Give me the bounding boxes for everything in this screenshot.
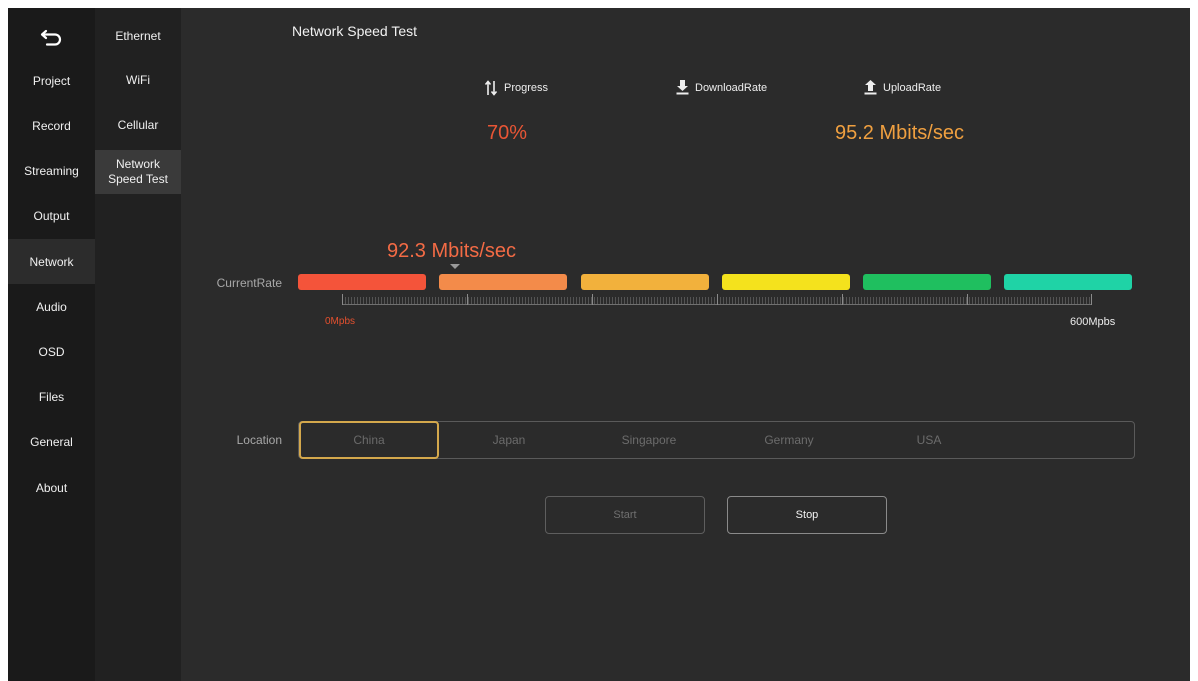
scale-major-tick — [717, 294, 718, 305]
progress-header: Progress — [484, 80, 548, 96]
progress-label: Progress — [504, 82, 549, 94]
scale-major-tick — [592, 294, 593, 305]
sidebar-item-audio[interactable]: Audio — [8, 284, 95, 329]
rate-meter-segment — [1004, 274, 1132, 290]
sidebar-item-files[interactable]: Files — [8, 374, 95, 419]
location-option-label: Singapore — [621, 433, 677, 447]
sidebar-item-label: General — [30, 434, 73, 449]
page-title: Network Speed Test — [292, 23, 418, 39]
network-subnav: Ethernet WiFi Cellular Network Speed Tes… — [95, 8, 181, 681]
stop-button-label: Stop — [795, 509, 819, 521]
sidebar-item-label: Network — [29, 254, 74, 269]
location-option-label: Japan — [492, 433, 526, 447]
current-rate-label: CurrentRate — [216, 276, 282, 290]
progress-arrows-icon — [484, 80, 498, 96]
location-option-label: Germany — [764, 433, 814, 447]
rate-meter-segment — [863, 274, 991, 290]
location-option-label: China — [353, 433, 385, 447]
location-option-china[interactable]: China — [299, 421, 439, 459]
start-button-label: Start — [613, 509, 637, 521]
location-option-germany[interactable]: Germany — [719, 422, 859, 458]
scale-min-label: 0Mpbs — [325, 316, 356, 327]
upload-rate-value: 95.2 Mbits/sec — [835, 122, 964, 144]
sidebar-item-record[interactable]: Record — [8, 103, 95, 148]
sidebar-item-label: Audio — [36, 299, 67, 314]
subnav-item-cellular[interactable]: Cellular — [95, 103, 181, 148]
rate-meter-segment — [439, 274, 567, 290]
sidebar-item-osd[interactable]: OSD — [8, 329, 95, 374]
rate-meter-segment — [298, 274, 426, 290]
subnav-item-ethernet[interactable]: Ethernet — [95, 14, 181, 59]
sidebar-item-streaming[interactable]: Streaming — [8, 148, 95, 193]
location-option-usa[interactable]: USA — [859, 422, 999, 458]
location-option-singapore[interactable]: Singapore — [579, 422, 719, 458]
location-selector: China Japan Singapore Germany USA — [298, 421, 1135, 459]
sidebar-item-general[interactable]: General — [8, 419, 95, 464]
main-sidebar: Project Record Streaming Output Network … — [8, 8, 95, 681]
location-label: Location — [236, 433, 282, 447]
start-button[interactable]: Start — [545, 496, 705, 534]
location-option-japan[interactable]: Japan — [439, 422, 579, 458]
sidebar-item-label: Project — [32, 73, 71, 88]
sidebar-item-label: Output — [33, 208, 70, 223]
scale-major-tick — [1091, 294, 1092, 305]
download-header: DownloadRate — [676, 80, 767, 95]
scale-max-label: 600Mpbs — [1070, 316, 1116, 328]
sidebar-item-label: Streaming — [24, 163, 79, 178]
download-label: DownloadRate — [695, 81, 768, 94]
app-window: Project Record Streaming Output Network … — [8, 8, 1190, 681]
scale-major-tick — [842, 294, 843, 305]
sidebar-item-label: Files — [38, 389, 65, 404]
location-option-label: USA — [916, 433, 942, 447]
stop-button[interactable]: Stop — [727, 496, 887, 534]
sidebar-item-label: Record — [32, 118, 71, 133]
rate-meter-segment — [581, 274, 709, 290]
sidebar-item-network[interactable]: Network — [8, 239, 95, 284]
rate-pointer-icon — [450, 264, 460, 269]
sidebar-item-label: About — [35, 480, 68, 495]
subnav-item-label: WiFi — [126, 73, 150, 87]
scale-major-tick — [967, 294, 968, 305]
scale-major-tick — [342, 294, 343, 305]
upload-label: UploadRate — [883, 81, 942, 94]
rate-meter-segment — [722, 274, 850, 290]
upload-header: UploadRate — [864, 80, 941, 95]
back-button[interactable] — [8, 14, 95, 59]
subnav-item-label: Network Speed Test — [108, 157, 168, 186]
back-arrow-icon — [40, 29, 61, 46]
sidebar-item-about[interactable]: About — [8, 465, 95, 510]
scale-major-tick — [467, 294, 468, 305]
sidebar-item-label: OSD — [38, 344, 65, 359]
sidebar-item-project[interactable]: Project — [8, 58, 95, 103]
subnav-item-label: Ethernet — [115, 29, 161, 43]
current-rate-value: 92.3 Mbits/sec — [387, 240, 516, 262]
subnav-item-network-speed-test[interactable]: Network Speed Test — [95, 150, 181, 194]
progress-value: 70% — [487, 122, 528, 144]
subnav-item-wifi[interactable]: WiFi — [95, 58, 181, 103]
upload-icon — [864, 80, 877, 95]
download-icon — [676, 80, 689, 95]
subnav-item-label: Cellular — [117, 118, 159, 132]
sidebar-item-output[interactable]: Output — [8, 193, 95, 238]
